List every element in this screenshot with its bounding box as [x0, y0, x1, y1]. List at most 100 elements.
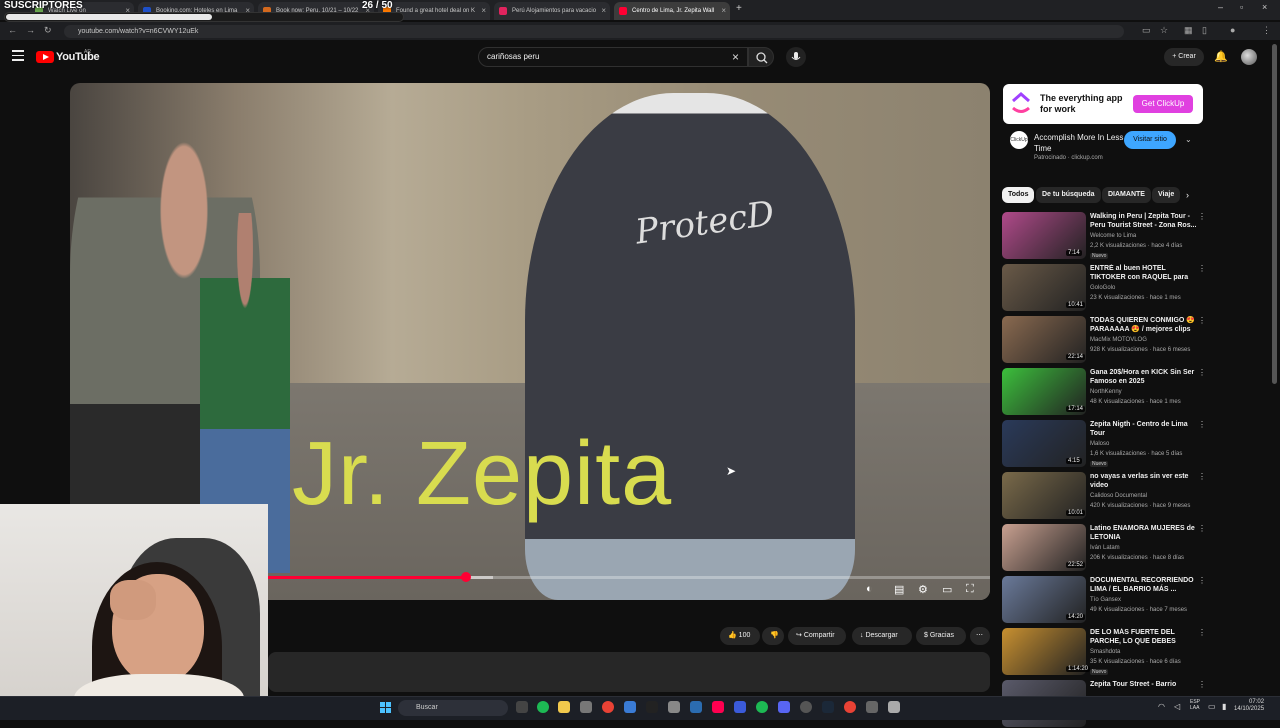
chip-viaje[interactable]: Viaje	[1152, 187, 1181, 203]
recommended-video[interactable]: 4:15 Zepita Nigth - Centro de Lima Tour Ma…	[1002, 420, 1206, 468]
video-title[interactable]: Latino ENAMORA MUJERES de LETONIA	[1090, 524, 1198, 542]
channel-name[interactable]: Smashdota	[1090, 649, 1120, 655]
account-avatar[interactable]	[1241, 49, 1257, 65]
forward-icon[interactable]: →	[26, 25, 35, 35]
channel-name[interactable]: Calidoso Documental	[1090, 493, 1147, 499]
recommended-video[interactable]: 22:52 Latino ENAMORA MUJERES de LETONIA Iv…	[1002, 524, 1206, 572]
like-button[interactable]: 👍 100	[720, 627, 760, 645]
more-options-icon[interactable]: ⋮	[1198, 680, 1206, 689]
autoplay-toggle-icon[interactable]: ◐	[866, 583, 873, 595]
fullscreen-icon[interactable]: ⛶	[966, 583, 974, 596]
sidepanel-icon[interactable]: ▯	[1202, 25, 1207, 36]
more-options-icon[interactable]: ⋮	[1198, 472, 1206, 481]
video-title[interactable]: DOCUMENTAL RECORRIENDO LIMA / EL BARRIO …	[1090, 576, 1198, 594]
more-options-icon[interactable]: ⋮	[1198, 368, 1206, 377]
more-options-icon[interactable]: ⋮	[1198, 628, 1206, 637]
chevron-down-icon[interactable]: ⌄	[1185, 135, 1192, 144]
advertiser-icon[interactable]: ClickUp	[1010, 131, 1028, 149]
channel-name[interactable]: MacMix MOTOVLOG	[1090, 337, 1147, 343]
calculator-icon[interactable]	[580, 701, 592, 713]
more-options-icon[interactable]: ⋮	[1198, 264, 1206, 273]
visit-site-button[interactable]: Visitar sitio	[1124, 131, 1176, 149]
new-tab-button[interactable]: +	[736, 3, 742, 14]
recommended-video[interactable]: 14:20 DOCUMENTAL RECORRIENDO LIMA / EL BA…	[1002, 576, 1206, 624]
steam-icon[interactable]	[822, 701, 834, 713]
recommended-video[interactable]: 10:41 ENTRÉ al buen HOTEL TIKTOKER con RA…	[1002, 264, 1206, 312]
recommended-video[interactable]: 1:14:20 DE LO MÁS FUERTE DEL PARCHE, LO Q…	[1002, 628, 1206, 676]
close-tab-icon[interactable]: ×	[481, 2, 486, 20]
app-icon[interactable]	[668, 701, 680, 713]
settings-gear-icon[interactable]: ⚙	[918, 583, 928, 596]
chrome-icon[interactable]	[844, 701, 856, 713]
dislike-button[interactable]: 👎	[762, 627, 784, 645]
browser-tab-active[interactable]: Centro de Lima, Jr. Zepita Wall ×	[614, 2, 730, 20]
hamburger-menu-icon[interactable]	[12, 50, 24, 61]
chrome-icon[interactable]	[602, 701, 614, 713]
channel-name[interactable]: Maloso	[1090, 441, 1109, 447]
ad-banner-cta-button[interactable]: Get ClickUp	[1133, 95, 1193, 113]
theater-mode-icon[interactable]: ▭	[942, 583, 952, 596]
app-icon[interactable]	[690, 701, 702, 713]
voice-search-button[interactable]	[786, 47, 806, 67]
video-title[interactable]: ENTRÉ al buen HOTEL TIKTOKER con RAQUEL …	[1090, 264, 1198, 282]
notepad-icon[interactable]	[888, 701, 900, 713]
youtube-logo-icon[interactable]	[36, 51, 54, 63]
close-window-icon[interactable]: ×	[1262, 2, 1267, 12]
ad-title[interactable]: Accomplish More In Less Time	[1034, 132, 1124, 154]
video-title[interactable]: Walking in Peru | Zepita Tour - Peru Tou…	[1090, 212, 1198, 230]
channel-name[interactable]: Tío Gansex	[1090, 597, 1121, 603]
browser-tab[interactable]: Perú Alojamientos para vacacio ×	[494, 2, 610, 20]
video-title[interactable]: TODAS QUIEREN CONMIGO 😍 PARAAAAA 😍 / mej…	[1090, 316, 1198, 334]
channel-name[interactable]: GoloGolo	[1090, 285, 1115, 291]
tiktok-icon[interactable]	[712, 701, 724, 713]
download-button[interactable]: ↓ Descargar	[852, 627, 912, 645]
page-scrollbar[interactable]	[1272, 44, 1277, 384]
channel-name[interactable]: NorthKenny	[1090, 389, 1122, 395]
url-field[interactable]: youtube.com/watch?v=n6CVWY12uEk	[64, 25, 1124, 38]
reload-icon[interactable]: ↻	[44, 25, 52, 36]
recommended-video[interactable]: 22:14 TODAS QUIEREN CONMIGO 😍 PARAAAAA 😍 …	[1002, 316, 1206, 364]
more-options-icon[interactable]: ⋮	[1198, 576, 1206, 585]
windows-start-icon[interactable]	[380, 702, 391, 713]
recommended-video[interactable]: 10:01 no vayas a verlas sin ver este vide…	[1002, 472, 1206, 520]
close-tab-icon[interactable]: ×	[601, 2, 606, 20]
chip-todos[interactable]: Todos	[1002, 187, 1035, 203]
clear-search-icon[interactable]: ×	[732, 50, 739, 64]
taskbar-search[interactable]: Buscar	[398, 700, 508, 716]
share-button[interactable]: ↪ Compartir	[788, 627, 846, 645]
more-options-icon[interactable]: ⋮	[1198, 212, 1206, 221]
task-view-icon[interactable]	[516, 701, 528, 713]
video-title[interactable]: DE LO MÁS FUERTE DEL PARCHE, LO QUE DEBE…	[1090, 628, 1198, 646]
video-title[interactable]: Gana 20$/Hora en KICK Sin Ser Famoso en …	[1090, 368, 1198, 386]
recommended-video[interactable]: 7:14 Walking in Peru | Zepita Tour - Peru…	[1002, 212, 1206, 260]
store-icon[interactable]	[624, 701, 636, 713]
thanks-button[interactable]: $ Gracias	[916, 627, 966, 645]
close-tab-icon[interactable]: ×	[721, 2, 726, 20]
minimize-icon[interactable]: –	[1218, 2, 1223, 12]
obs-icon[interactable]	[800, 701, 812, 713]
more-options-icon[interactable]: ⋮	[1198, 420, 1206, 429]
app-icon[interactable]	[734, 701, 746, 713]
youtube-wordmark[interactable]: YouTube	[56, 51, 100, 63]
discord-icon[interactable]	[778, 701, 790, 713]
video-title[interactable]: Zepita Nigth - Centro de Lima Tour	[1090, 420, 1198, 438]
spotify-icon[interactable]	[756, 701, 768, 713]
subtitles-icon[interactable]: ▤	[894, 583, 904, 596]
profile-icon[interactable]: ●	[1230, 25, 1235, 35]
video-scrubber-handle[interactable]	[461, 572, 471, 582]
channel-name[interactable]: Iván Latam	[1090, 545, 1120, 551]
network-icon[interactable]: ▭	[1208, 702, 1216, 711]
keyboard-language[interactable]: ESP LAA	[1190, 699, 1204, 711]
video-title[interactable]: no vayas a verlas sin ver este video	[1090, 472, 1198, 490]
spotify-icon[interactable]	[537, 701, 549, 713]
file-explorer-icon[interactable]	[558, 701, 570, 713]
more-options-icon[interactable]: ⋮	[1198, 316, 1206, 325]
description-box[interactable]	[268, 652, 990, 692]
cast-icon[interactable]: ▭	[1142, 25, 1151, 36]
channel-name[interactable]: Welcome to Lima	[1090, 233, 1136, 239]
back-icon[interactable]: ←	[8, 25, 17, 35]
capcut-icon[interactable]	[646, 701, 658, 713]
volume-icon[interactable]: ◁	[1174, 702, 1180, 711]
bookmark-star-icon[interactable]: ☆	[1160, 25, 1168, 36]
notifications-bell-icon[interactable]: 🔔	[1214, 50, 1228, 63]
